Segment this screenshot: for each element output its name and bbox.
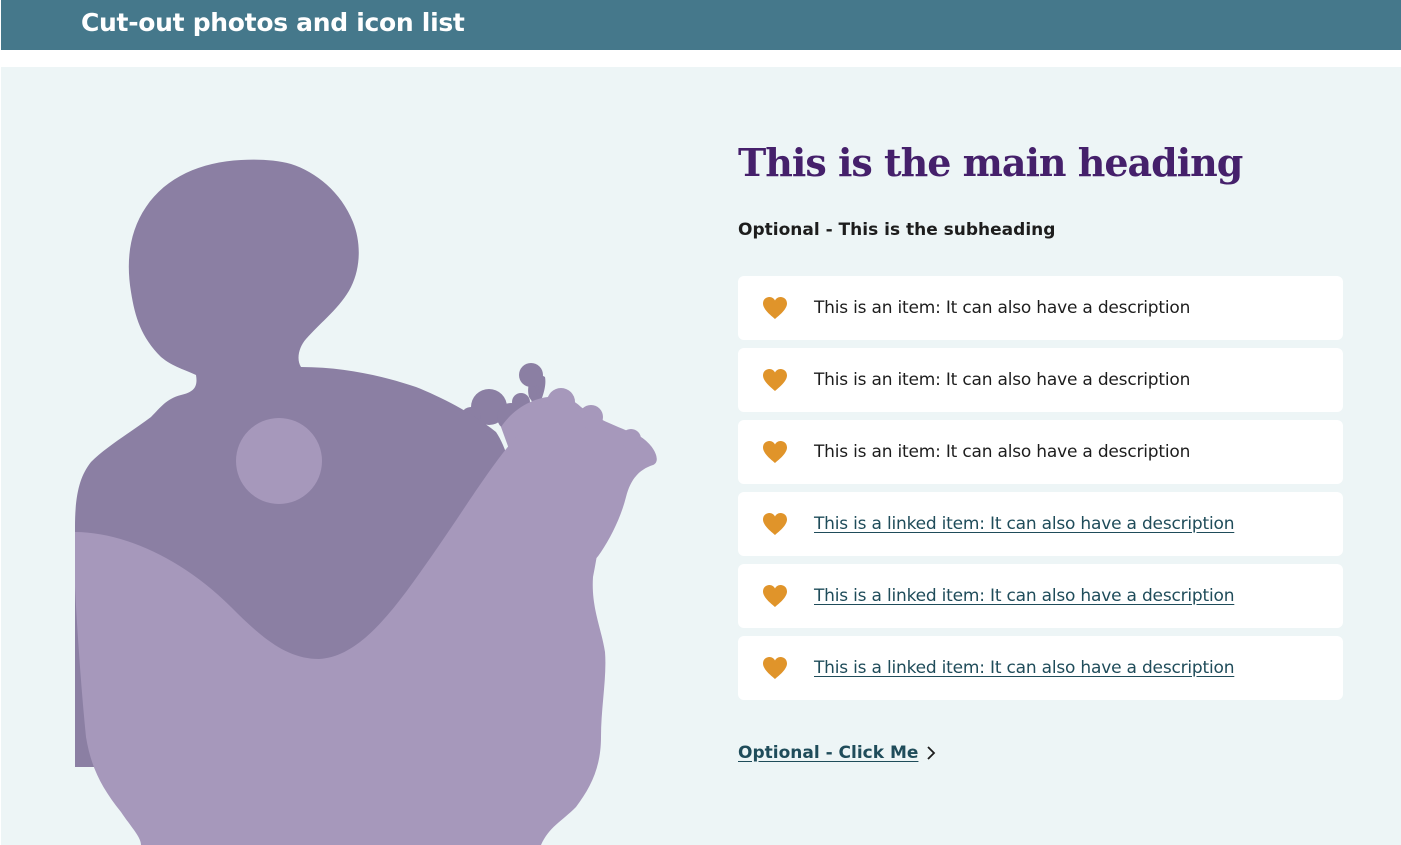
heart-icon	[763, 585, 787, 607]
heart-icon	[763, 513, 787, 535]
list-item: This is an item: It can also have a desc…	[738, 348, 1343, 412]
person-silhouette-image	[75, 159, 657, 845]
page-banner: Cut-out photos and icon list	[1, 0, 1401, 50]
sub-heading: Optional - This is the subheading	[738, 220, 1056, 240]
cutout-section: This is the main heading Optional - This…	[1, 67, 1401, 845]
list-item-link[interactable]: This is a linked item: It can also have …	[814, 655, 1234, 681]
main-heading: This is the main heading	[738, 140, 1243, 185]
list-item: This is an item: It can also have a desc…	[738, 276, 1343, 340]
heart-icon	[763, 657, 787, 679]
list-item-link[interactable]: This is a linked item: It can also have …	[814, 511, 1234, 537]
banner-title: Cut-out photos and icon list	[81, 8, 465, 37]
accent-circle	[236, 418, 322, 504]
list-item: This is an item: It can also have a desc…	[738, 420, 1343, 484]
cta-label: Optional - Click Me	[738, 743, 919, 763]
heart-icon	[763, 297, 787, 319]
list-item-link[interactable]: This is a linked item: It can also have …	[814, 583, 1234, 609]
linked-list-item: This is a linked item: It can also have …	[738, 636, 1343, 700]
heart-icon	[763, 441, 787, 463]
list-item-text: This is an item: It can also have a desc…	[814, 298, 1191, 318]
optional-click-me-link[interactable]: Optional - Click Me	[738, 740, 936, 766]
heart-icon	[763, 369, 787, 391]
chevron-right-icon	[927, 746, 936, 760]
icon-list: This is an item: It can also have a desc…	[738, 276, 1343, 708]
linked-list-item: This is a linked item: It can also have …	[738, 492, 1343, 556]
list-item-text: This is an item: It can also have a desc…	[814, 370, 1191, 390]
linked-list-item: This is a linked item: It can also have …	[738, 564, 1343, 628]
list-item-text: This is an item: It can also have a desc…	[814, 442, 1191, 462]
